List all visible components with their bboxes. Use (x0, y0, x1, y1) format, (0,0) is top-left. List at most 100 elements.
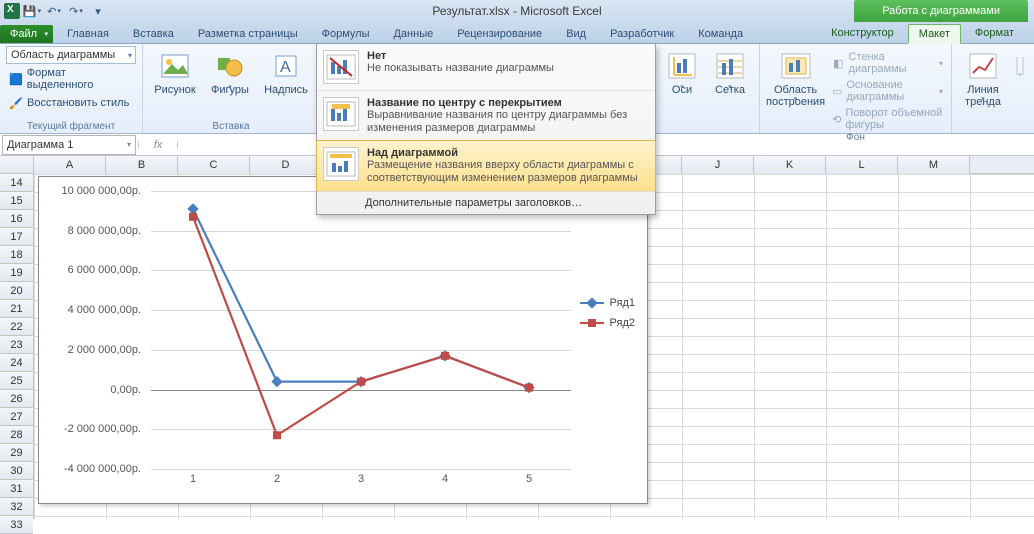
row-header[interactable]: 17 (0, 228, 33, 246)
row-header[interactable]: 20 (0, 282, 33, 300)
quick-access-toolbar: 💾 ↶ ↷ ▾ (0, 2, 108, 20)
row-header[interactable]: 16 (0, 210, 33, 228)
column-header[interactable]: L (826, 156, 898, 174)
redo-button[interactable]: ↷ (66, 2, 86, 20)
tab-insert[interactable]: Вставка (123, 25, 184, 43)
row-header[interactable]: 32 (0, 498, 33, 516)
shapes-label: Фигуры (211, 84, 249, 96)
y-tick-label: 6 000 000,00р. (68, 264, 141, 276)
axes-icon (666, 50, 698, 82)
title-bar: 💾 ↶ ↷ ▾ Результат.xlsx - Microsoft Excel… (0, 0, 1034, 22)
row-header[interactable]: 14 (0, 174, 33, 192)
picture-button[interactable]: Рисунок (149, 46, 201, 96)
column-header[interactable]: B (106, 156, 178, 174)
tab-layout[interactable]: Макет (908, 24, 961, 44)
row-header[interactable]: 26 (0, 390, 33, 408)
chart-plot-area[interactable] (151, 191, 571, 469)
row-header[interactable]: 27 (0, 408, 33, 426)
chart-element-selector[interactable]: Область диаграммы (6, 46, 136, 64)
plot-area-button[interactable]: Область построения (766, 46, 825, 108)
reset-style-button[interactable]: 🖌️ Восстановить стиль (6, 94, 136, 112)
row-header[interactable]: 28 (0, 426, 33, 444)
axes-button[interactable]: Оси (661, 46, 703, 96)
fx-label[interactable]: fx (138, 139, 178, 151)
dd-above-desc: Размещение названия вверху области диагр… (367, 159, 647, 185)
row-header[interactable]: 30 (0, 462, 33, 480)
row-header[interactable]: 29 (0, 444, 33, 462)
shapes-icon (214, 50, 246, 82)
trendline-label: Линия тренда (958, 84, 1008, 108)
gridlines-icon (714, 50, 746, 82)
trendline-icon (967, 50, 999, 82)
shapes-button[interactable]: Фигуры (205, 46, 255, 96)
tab-formulas[interactable]: Формулы (312, 25, 380, 43)
x-tick-label: 1 (190, 473, 196, 485)
tab-file[interactable]: Файл (0, 25, 53, 43)
format-selection-icon: 🟦 (8, 71, 24, 87)
column-header[interactable]: C (178, 156, 250, 174)
tab-view[interactable]: Вид (556, 25, 596, 43)
textbox-label: Надпись (264, 84, 308, 96)
chart-title-dropdown: Нет Не показывать название диаграммы Наз… (316, 44, 656, 215)
reset-style-icon: 🖌️ (8, 95, 24, 111)
group-analysis: Линия тренда (952, 44, 1034, 133)
chart-legend[interactable]: Ряд1 Ряд2 (580, 297, 635, 337)
dd-option-above[interactable]: Над диаграммой Размещение названия вверх… (316, 140, 656, 192)
row-header[interactable]: 25 (0, 372, 33, 390)
dd-none-desc: Не показывать название диаграммы (367, 62, 647, 75)
name-box[interactable]: Диаграмма 1 (2, 135, 136, 155)
dd-overlay-desc: Выравнивание названия по центру диаграмм… (367, 109, 647, 135)
y-tick-label: 0,00р. (110, 384, 141, 396)
rotation-label: Поворот объемной фигуры (845, 107, 943, 131)
undo-button[interactable]: ↶ (44, 2, 64, 20)
row-header[interactable]: 22 (0, 318, 33, 336)
column-header[interactable]: K (754, 156, 826, 174)
save-icon[interactable]: 💾 (22, 2, 42, 20)
dd-overlay-title: Название по центру с перекрытием (367, 97, 647, 109)
y-tick-label: -2 000 000,00р. (64, 423, 141, 435)
x-tick-label: 5 (526, 473, 532, 485)
legend-item-2[interactable]: Ряд2 (580, 317, 635, 329)
plot-area-icon (780, 50, 812, 82)
dd-none-title: Нет (367, 50, 647, 62)
format-selection-label: Формат выделенного (27, 67, 134, 91)
y-tick-label: 2 000 000,00р. (68, 344, 141, 356)
tab-data[interactable]: Данные (383, 25, 443, 43)
row-header[interactable]: 21 (0, 300, 33, 318)
trendline-button[interactable]: Линия тренда (958, 46, 1008, 108)
tab-review[interactable]: Рецензирование (447, 25, 552, 43)
tab-team[interactable]: Команда (688, 25, 753, 43)
column-header[interactable]: D (250, 156, 322, 174)
reset-style-label: Восстановить стиль (27, 97, 129, 109)
legend-item-1[interactable]: Ряд1 (580, 297, 635, 309)
tab-design[interactable]: Конструктор (821, 24, 904, 43)
row-header[interactable]: 19 (0, 264, 33, 282)
row-header[interactable]: 18 (0, 246, 33, 264)
tab-format[interactable]: Формат (965, 24, 1024, 43)
gridlines-button[interactable]: Сетка (707, 46, 753, 96)
row-header[interactable]: 23 (0, 336, 33, 354)
tab-developer[interactable]: Разработчик (600, 25, 684, 43)
column-header[interactable]: J (682, 156, 754, 174)
tab-page-layout[interactable]: Разметка страницы (188, 25, 308, 43)
chart-wall-label: Стенка диаграммы (849, 51, 936, 75)
tab-home[interactable]: Главная (57, 25, 119, 43)
format-selection-button[interactable]: 🟦 Формат выделенного (6, 66, 136, 92)
column-header[interactable]: A (34, 156, 106, 174)
excel-icon (4, 3, 20, 19)
row-header[interactable]: 15 (0, 192, 33, 210)
select-all-corner[interactable] (0, 156, 34, 174)
gridlines-label: Сетка (715, 84, 745, 96)
textbox-button[interactable]: A Надпись (259, 46, 313, 96)
dd-more-options[interactable]: Дополнительные параметры заголовков… (317, 191, 655, 214)
row-header[interactable]: 31 (0, 480, 33, 498)
column-header[interactable]: M (898, 156, 970, 174)
qat-customize-icon[interactable]: ▾ (88, 2, 108, 20)
chart-floor-icon: ▭ (831, 83, 843, 99)
dd-option-none[interactable]: Нет Не показывать название диаграммы (317, 44, 655, 90)
dd-option-overlay[interactable]: Название по центру с перекрытием Выравни… (317, 90, 655, 141)
row-header[interactable]: 24 (0, 354, 33, 372)
legend-marker-1 (580, 302, 604, 304)
chart-object[interactable]: -4 000 000,00р.-2 000 000,00р.0,00р.2 00… (38, 176, 648, 504)
rotation-icon: ⟲ (831, 111, 842, 127)
